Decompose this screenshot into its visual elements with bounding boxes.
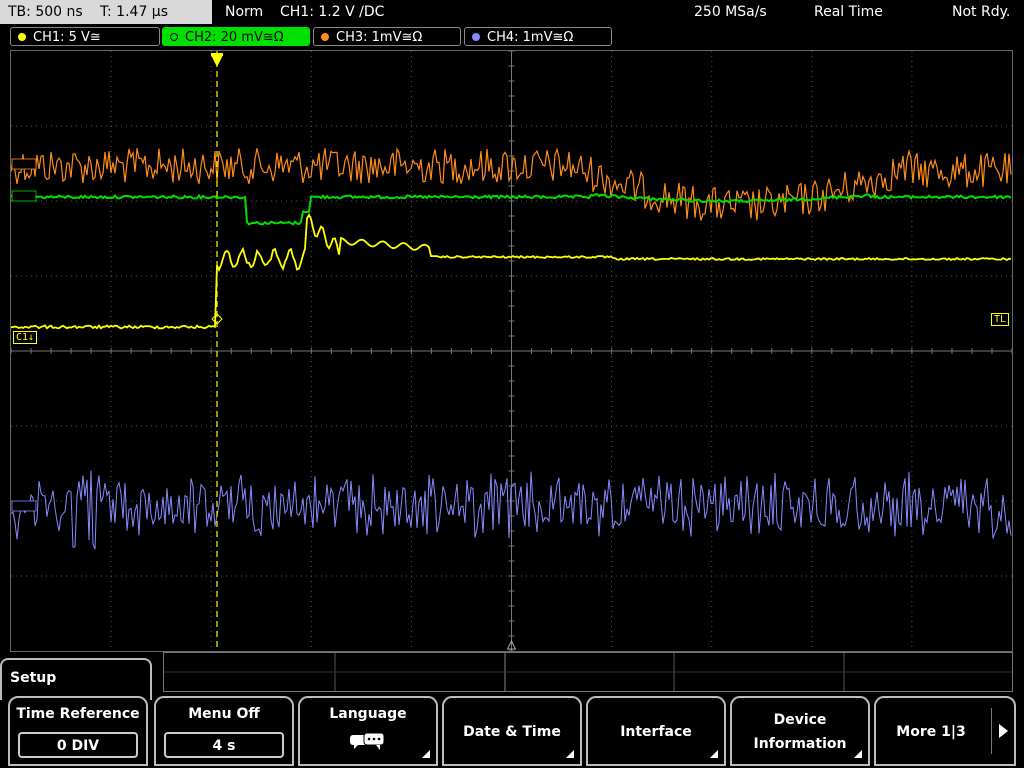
channel-2-button[interactable]: CH2: 20 mV≅Ω	[162, 27, 310, 46]
language-label: Language	[329, 706, 407, 722]
graticule	[11, 51, 1012, 651]
channel-4-ground-marker	[11, 500, 37, 512]
date-time-softkey[interactable]: Date & Time	[442, 696, 582, 766]
submenu-indicator-icon	[566, 750, 574, 758]
channel-1-button[interactable]: CH1: 5 V≅	[10, 27, 160, 46]
speech-bubbles-icon	[350, 732, 385, 750]
channel-2-label: CH2: 20 mV≅Ω	[185, 30, 284, 45]
trigger-level-marker[interactable]: TL	[991, 313, 1010, 326]
more-label: More 1|3	[896, 724, 966, 740]
channel-2-ground-marker	[11, 190, 37, 202]
channel-3-button[interactable]: CH3: 1mV≅Ω	[313, 27, 461, 46]
waveform-canvas	[11, 51, 1012, 651]
trigger-time-value: T: 1.47 µs	[100, 4, 169, 20]
trigger-mode[interactable]: Norm	[225, 0, 263, 24]
waveform-display[interactable]: C1↓ TL	[10, 50, 1013, 652]
timebase-box[interactable]: TB: 500 ns T: 1.47 µs	[0, 0, 212, 24]
channel-3-ground-marker	[11, 158, 37, 170]
information-label: Information	[753, 736, 847, 752]
menu-off-value: 4 s	[164, 732, 284, 758]
channel-1-ground-marker[interactable]: C1↓	[13, 331, 38, 344]
acquisition-mode: Real Time	[814, 4, 883, 20]
time-reference-value: 0 DIV	[18, 732, 138, 758]
more-softkey[interactable]: More 1|3	[874, 696, 1016, 766]
menu-off-label: Menu Off	[188, 706, 260, 722]
menu-off-softkey[interactable]: Menu Off 4 s	[154, 696, 294, 766]
channel-1-color-dot	[18, 33, 26, 41]
submenu-indicator-icon	[854, 750, 862, 758]
menu-info-strip	[163, 652, 1013, 692]
menu-title: Setup	[10, 670, 57, 686]
channel-2-color-dot	[170, 33, 178, 41]
language-softkey[interactable]: Language	[298, 696, 438, 766]
softkey-bar: Time Reference 0 DIV Menu Off 4 s Langua…	[0, 694, 1024, 768]
sample-rate: 250 MSa/s	[694, 4, 767, 20]
date-time-label: Date & Time	[463, 724, 561, 740]
channel-3-label: CH3: 1mV≅Ω	[336, 30, 423, 45]
more-separator	[991, 708, 992, 754]
device-label: Device	[773, 712, 827, 728]
interface-label: Interface	[620, 724, 692, 740]
next-page-arrow-icon	[999, 724, 1008, 738]
submenu-indicator-icon	[710, 750, 718, 758]
timebase-value: TB: 500 ns	[8, 4, 83, 20]
time-reference-label: Time Reference	[16, 706, 140, 722]
channel-bar: CH1: 5 V≅ CH2: 20 mV≅Ω CH3: 1mV≅Ω CH4: 1…	[0, 26, 1024, 48]
trigger-position-marker-icon	[211, 55, 223, 67]
channel-4-color-dot	[472, 33, 480, 41]
channel-4-button[interactable]: CH4: 1mV≅Ω	[464, 27, 612, 46]
status-bar: TB: 500 ns T: 1.47 µs Norm CH1: 1.2 V ∕D…	[0, 0, 1024, 24]
trigger-source[interactable]: CH1: 1.2 V ∕DC	[280, 0, 384, 24]
channel-1-label: CH1: 5 V≅	[33, 30, 101, 45]
interface-softkey[interactable]: Interface	[586, 696, 726, 766]
channel-3-color-dot	[321, 33, 329, 41]
run-status: Not Rdy.	[952, 4, 1011, 20]
channel-4-label: CH4: 1mV≅Ω	[487, 30, 574, 45]
time-reference-softkey[interactable]: Time Reference 0 DIV	[8, 696, 148, 766]
trigger-position-marker-bar	[211, 53, 223, 56]
submenu-indicator-icon	[422, 750, 430, 758]
device-information-softkey[interactable]: Device Information	[730, 696, 870, 766]
